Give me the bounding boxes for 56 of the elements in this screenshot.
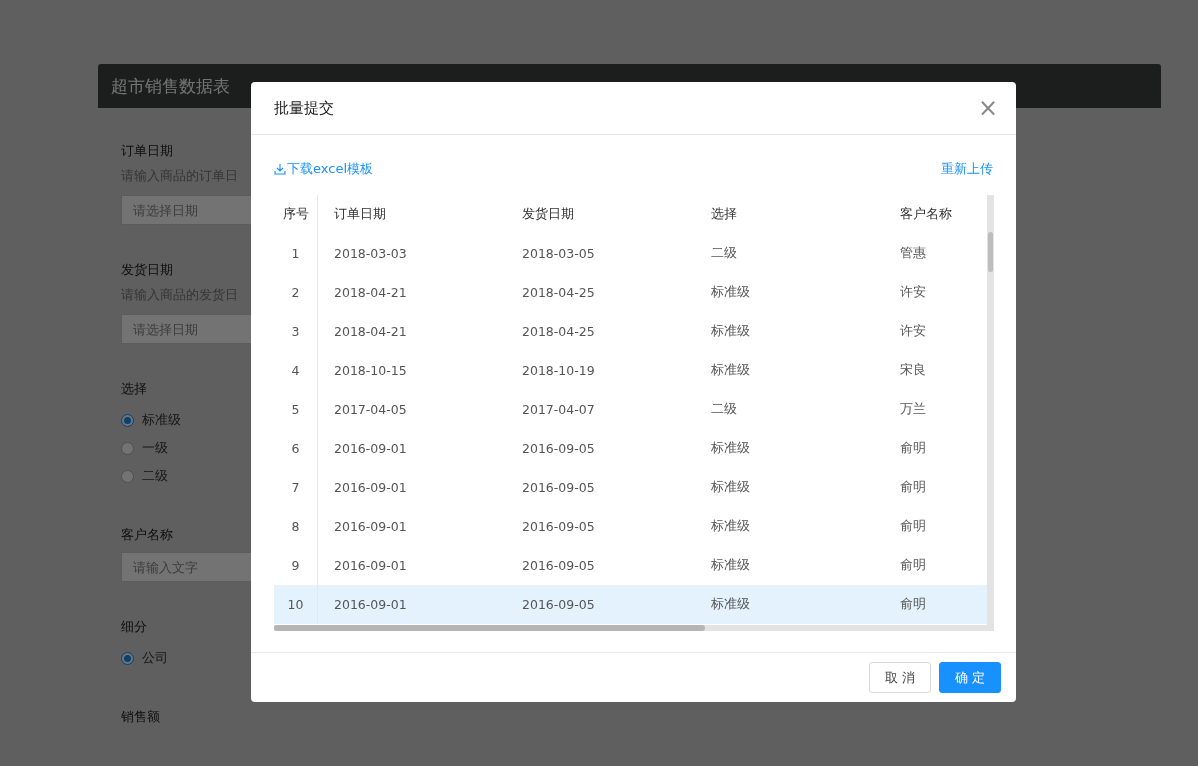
column-header: 选择 (710, 205, 738, 223)
table-cell-text: 俞明 (899, 595, 927, 613)
table-cell-text: 2016-09-01 (333, 596, 408, 614)
dialog-title: 批量提交 (274, 98, 334, 118)
table-cell-text: 标准级 (710, 361, 751, 379)
table-cell-text: 2018-04-25 (521, 323, 596, 341)
table-cell-text: 2016-09-05 (521, 440, 596, 458)
table-cell-text: 许安 (899, 322, 927, 340)
radio-label: 二级 (142, 467, 168, 485)
table-cell-text: 2016-09-01 (333, 518, 408, 536)
table-cell-text: 2018-04-25 (521, 284, 596, 302)
radio-label: 标准级 (142, 411, 181, 429)
table-cell-text: 俞明 (899, 478, 927, 496)
table-cell-text: 俞明 (899, 556, 927, 574)
table-cell-text: 标准级 (710, 556, 751, 574)
table-cell-text: 许安 (899, 283, 927, 301)
table-cell-text: 2018-04-21 (333, 284, 408, 302)
table-cell-text: 2016-09-05 (521, 518, 596, 536)
table-cell-text: 2018-10-19 (521, 362, 596, 380)
table-cell-text: 2016-09-01 (333, 479, 408, 497)
table-cell-text: 2018-03-05 (521, 245, 596, 263)
column-header: 订单日期 (333, 205, 387, 223)
table-cell-text: 2016-09-05 (521, 479, 596, 497)
table-cell-text: 宋良 (899, 361, 927, 379)
table-cell-text: 2017-04-05 (333, 401, 408, 419)
table-cell-text: 万兰 (899, 400, 927, 418)
table-cell-text: 标准级 (710, 439, 751, 457)
table-cell-text: 2016-09-01 (333, 557, 408, 575)
field-label: 订单日期 (121, 142, 173, 160)
table-cell-text: 二级 (710, 400, 738, 418)
table-cell: 10 (274, 585, 318, 624)
field-label: 客户名称 (121, 526, 173, 544)
table-cell-text: 俞明 (899, 517, 927, 535)
table-cell-text: 2018-03-03 (333, 245, 408, 263)
table-cell-text: 2018-04-21 (333, 323, 408, 341)
table-cell-text: 管惠 (899, 244, 927, 262)
table-cell-text: 标准级 (710, 517, 751, 535)
table-cell-text: 标准级 (710, 595, 751, 613)
table-cell-text: 2018-10-15 (333, 362, 408, 380)
radio-label: 公司 (142, 649, 168, 667)
table-cell-text: 标准级 (710, 283, 751, 301)
page-title: 超市销售数据表 (111, 74, 230, 98)
column-header: 客户名称 (899, 205, 953, 223)
table-cell-text: 俞明 (899, 439, 927, 457)
field-label: 销售额 (121, 708, 160, 726)
field-label: 发货日期 (121, 261, 173, 279)
column-header: 发货日期 (521, 205, 575, 223)
table-cell-text: 二级 (710, 244, 738, 262)
table-cell-text: 标准级 (710, 478, 751, 496)
table-cell-text: 2017-04-07 (521, 401, 596, 419)
table-cell-text: 2016-09-01 (333, 440, 408, 458)
table-cell-text: 2016-09-05 (521, 557, 596, 575)
field-label: 选择 (121, 380, 147, 398)
table-cell-text: 2016-09-05 (521, 596, 596, 614)
table-cell-text: 标准级 (710, 322, 751, 340)
field-label: 细分 (121, 618, 147, 636)
